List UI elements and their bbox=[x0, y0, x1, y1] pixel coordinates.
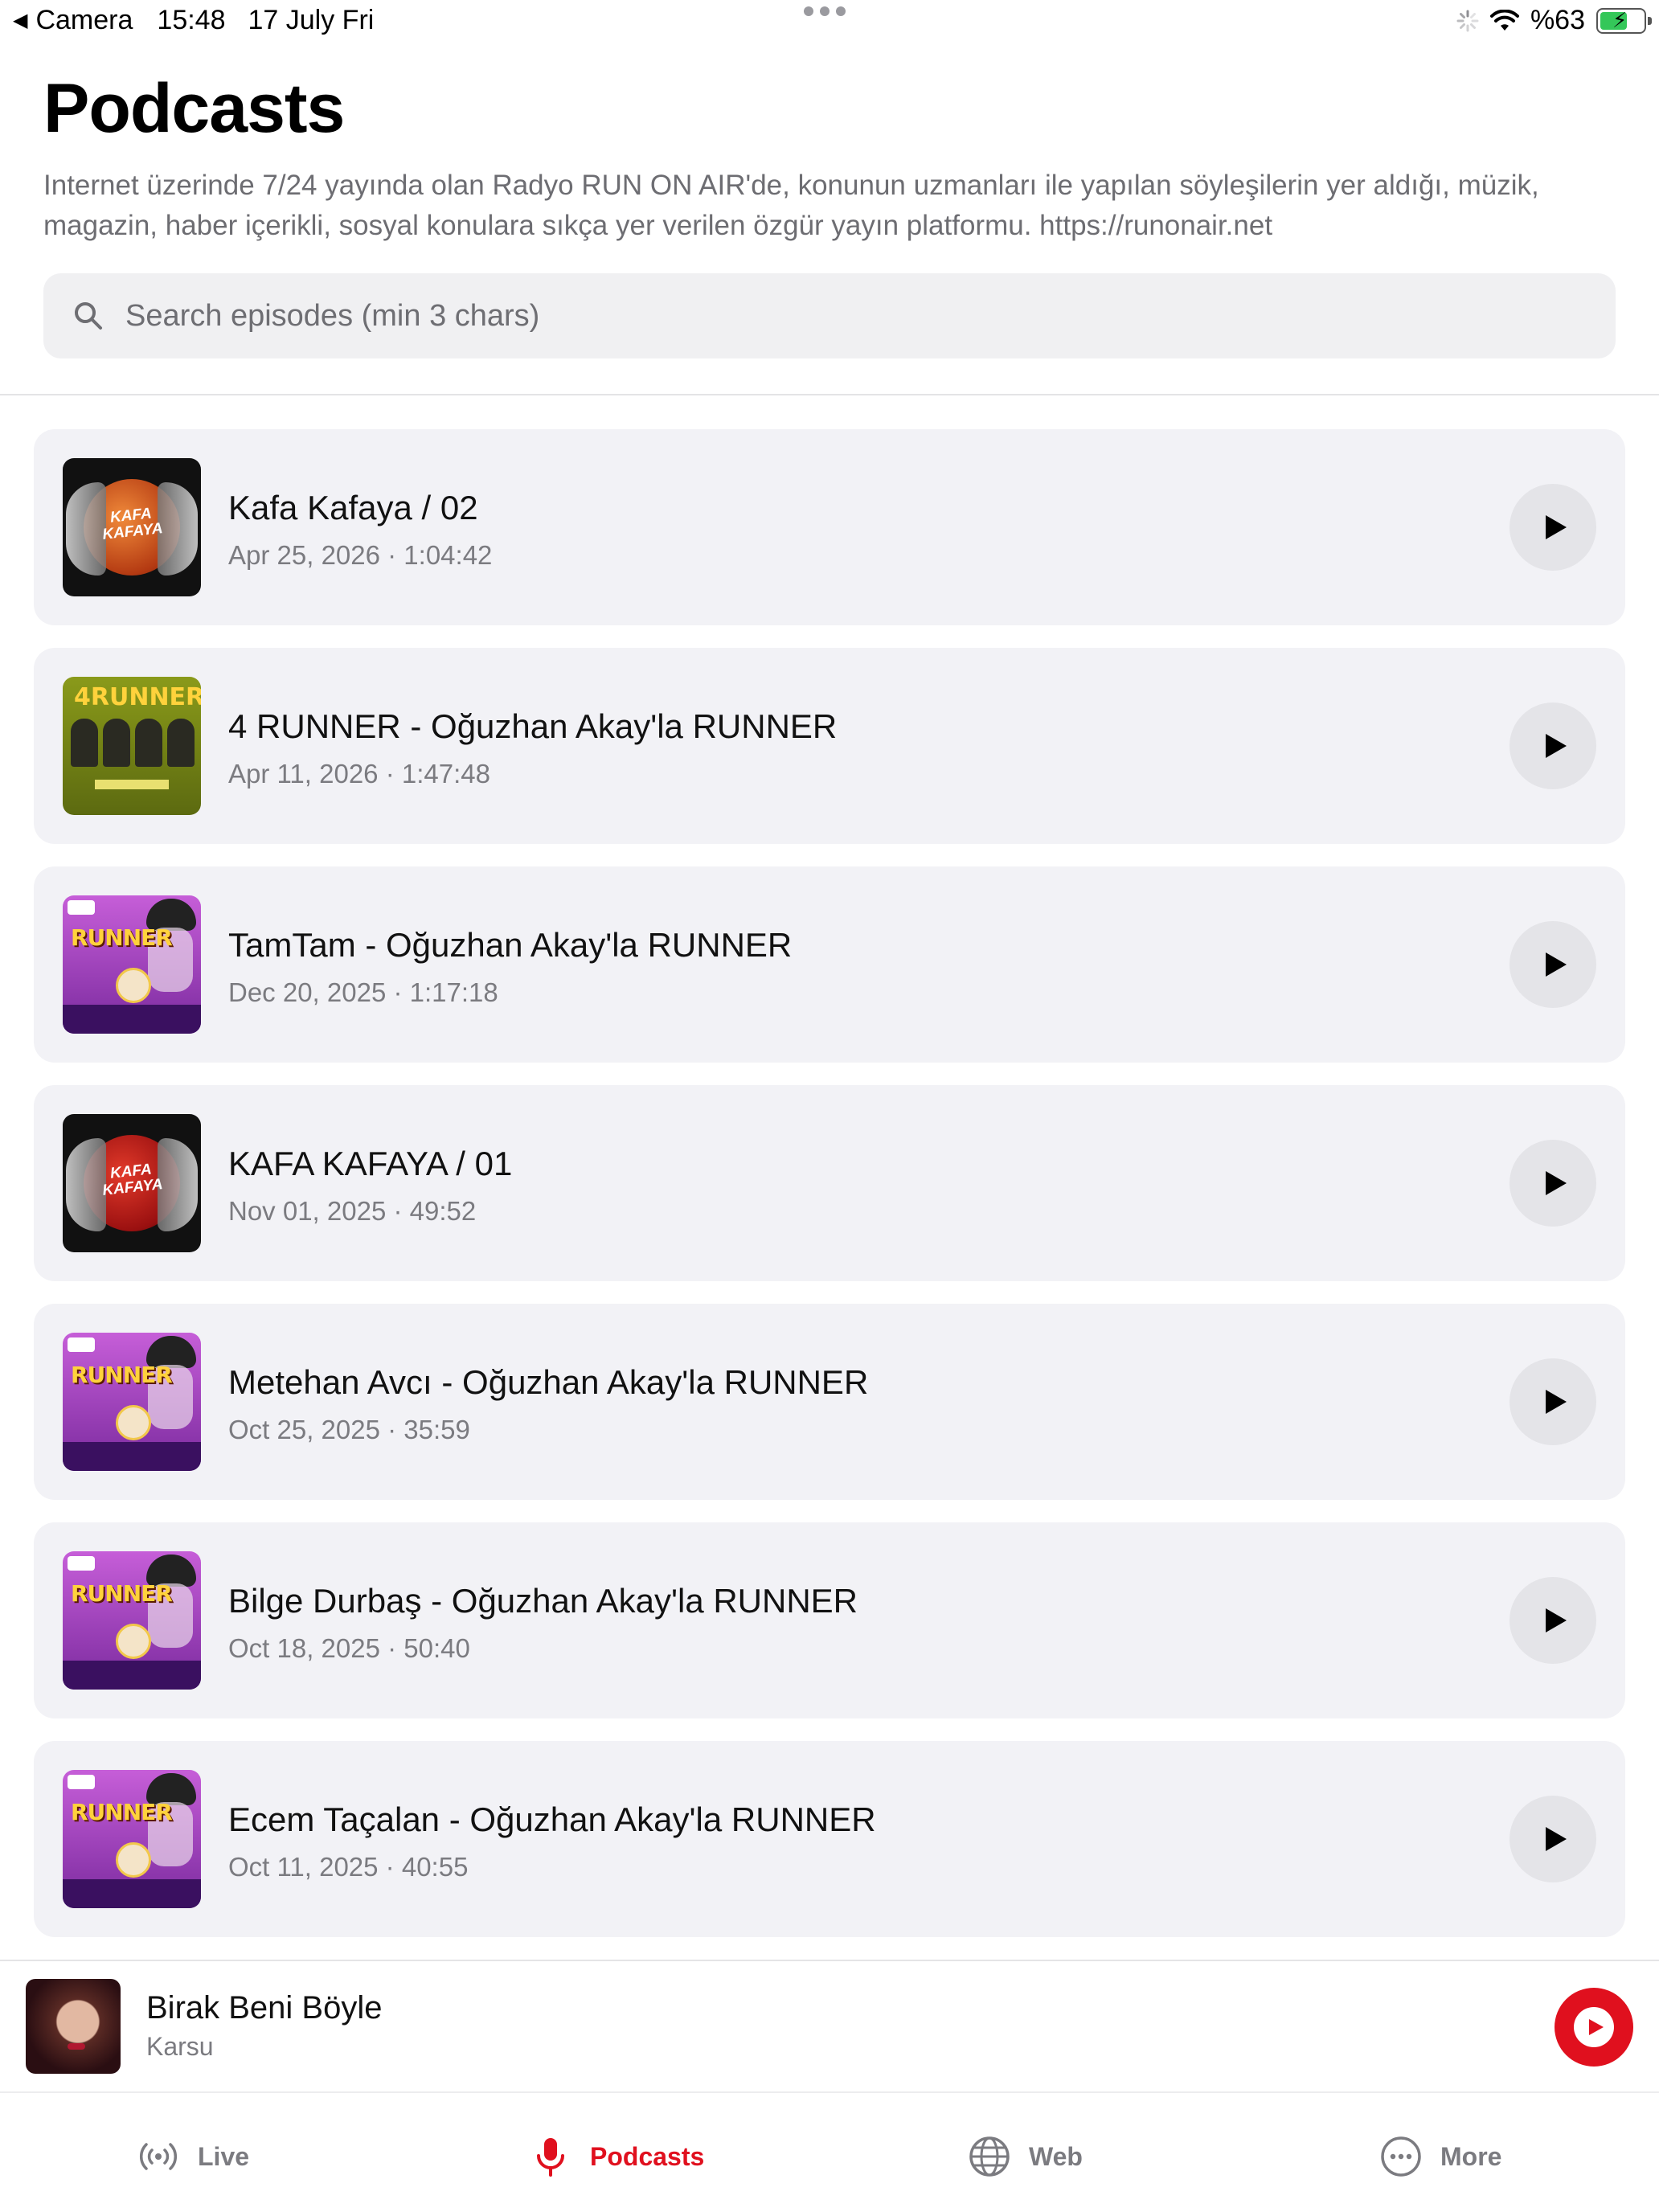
episode-title: TamTam - Oğuzhan Akay'la RUNNER bbox=[228, 926, 793, 964]
episode-meta: Nov 01, 2025 · 49:52 bbox=[228, 1196, 477, 1226]
episode-title: Ecem Taçalan - Oğuzhan Akay'la RUNNER bbox=[228, 1800, 876, 1838]
status-date: 17 July Fri bbox=[248, 5, 375, 35]
play-button[interactable] bbox=[1509, 1140, 1596, 1227]
episode-meta: Oct 11, 2025 · 40:55 bbox=[228, 1852, 469, 1882]
episode-title: 4 RUNNER - Oğuzhan Akay'la RUNNER bbox=[228, 707, 838, 745]
status-time: 15:48 bbox=[157, 5, 226, 35]
now-playing-play-button[interactable] bbox=[1555, 1988, 1633, 2067]
episode-row[interactable]: KAFA KAFAYA KAFA KAFAYA / 01 Nov 01, 202… bbox=[34, 1085, 1625, 1281]
play-button[interactable] bbox=[1509, 921, 1596, 1008]
multitasking-dots-icon[interactable] bbox=[804, 6, 846, 16]
episode-artwork: RUNNER bbox=[63, 1551, 201, 1690]
status-left[interactable]: ◀ Camera 15:48 17 July Fri bbox=[13, 5, 374, 36]
podcasts-screen: ◀ Camera 15:48 17 July Fri %63 ⚡ Podcast… bbox=[0, 0, 1659, 2212]
play-icon bbox=[1546, 1390, 1567, 1414]
episode-meta: Apr 25, 2026 · 1:04:42 bbox=[228, 540, 493, 570]
status-right: %63 ⚡ bbox=[1456, 5, 1652, 36]
episode-meta: Dec 20, 2025 · 1:17:18 bbox=[228, 977, 498, 1007]
play-button[interactable] bbox=[1509, 1577, 1596, 1664]
back-to-app-label[interactable]: Camera bbox=[35, 5, 133, 36]
artwork-label: RUNNER bbox=[71, 1580, 173, 1607]
tab-label: More bbox=[1440, 2141, 1502, 2171]
activity-spinner-icon bbox=[1456, 10, 1479, 31]
battery-percent: %63 bbox=[1530, 5, 1585, 35]
search-icon bbox=[75, 302, 102, 330]
microphone-icon bbox=[537, 2138, 564, 2177]
tab-label: Web bbox=[1029, 2141, 1083, 2171]
play-icon bbox=[1589, 2019, 1604, 2035]
episode-title: Kafa Kafaya / 02 bbox=[228, 489, 478, 526]
episode-artwork: RUNNER bbox=[63, 1770, 201, 1908]
tab-bar: Live Podcasts Web More bbox=[0, 2093, 1659, 2212]
episode-row[interactable]: RUNNER Ecem Taçalan - Oğuzhan Akay'la RU… bbox=[34, 1741, 1625, 1937]
episode-artwork: RUNNER bbox=[63, 1333, 201, 1471]
play-icon bbox=[1546, 952, 1567, 977]
tab-more[interactable]: More bbox=[1379, 2135, 1501, 2178]
artwork-label: RUNNER bbox=[71, 1799, 173, 1825]
episode-row[interactable]: RUNNER Metehan Avcı - Oğuzhan Akay'la RU… bbox=[34, 1304, 1625, 1500]
tab-label: Podcasts bbox=[590, 2141, 705, 2171]
search-input[interactable] bbox=[125, 298, 1572, 334]
now-playing-artwork[interactable] bbox=[26, 1979, 121, 2074]
episode-title: KAFA KAFAYA / 01 bbox=[228, 1145, 513, 1182]
episode-row[interactable]: RUNNER TamTam - Oğuzhan Akay'la RUNNER D… bbox=[34, 866, 1625, 1063]
tab-web[interactable]: Web bbox=[968, 2135, 1083, 2178]
artwork-label: RUNNER bbox=[71, 924, 173, 951]
now-playing-title[interactable]: Birak Beni Böyle bbox=[146, 1990, 382, 2026]
battery-icon: ⚡ bbox=[1596, 7, 1652, 34]
play-button[interactable] bbox=[1509, 1796, 1596, 1882]
play-icon bbox=[1546, 1608, 1567, 1632]
play-icon bbox=[1546, 734, 1567, 758]
episode-title: Bilge Durbaş - Oğuzhan Akay'la RUNNER bbox=[228, 1582, 858, 1620]
episode-artwork: KAFA KAFAYA bbox=[63, 1114, 201, 1252]
episode-meta: Oct 18, 2025 · 50:40 bbox=[228, 1633, 470, 1663]
ellipsis-circle-icon bbox=[1381, 2136, 1421, 2177]
artwork-label: RUNNER bbox=[71, 1362, 173, 1388]
tab-live[interactable]: Live bbox=[137, 2135, 249, 2178]
episode-row[interactable]: KAFA KAFAYA Kafa Kafaya / 02 Apr 25, 202… bbox=[34, 429, 1625, 625]
play-button[interactable] bbox=[1509, 484, 1596, 571]
search-bar[interactable] bbox=[43, 273, 1616, 358]
play-icon bbox=[1546, 1827, 1567, 1851]
episode-meta: Apr 11, 2026 · 1:47:48 bbox=[228, 759, 490, 789]
mini-player-divider bbox=[0, 1960, 1659, 1961]
now-playing-artist: Karsu bbox=[146, 2032, 214, 2061]
wifi-icon bbox=[1489, 9, 1519, 31]
play-button[interactable] bbox=[1509, 1358, 1596, 1445]
back-arrow-icon[interactable]: ◀ bbox=[13, 9, 27, 32]
episode-row[interactable]: 4RUNNER 4 RUNNER - Oğuzhan Akay'la RUNNE… bbox=[34, 648, 1625, 844]
episode-artwork: 4RUNNER bbox=[63, 677, 201, 815]
header-divider bbox=[0, 394, 1659, 395]
globe-icon bbox=[969, 2136, 1010, 2177]
episode-meta: Oct 25, 2025 · 35:59 bbox=[228, 1415, 470, 1444]
podcast-description: Internet üzerinde 7/24 yayında olan Rady… bbox=[43, 170, 1539, 241]
artwork-label: 4RUNNER bbox=[74, 683, 201, 711]
episode-artwork: RUNNER bbox=[63, 895, 201, 1034]
episode-artwork: KAFA KAFAYA bbox=[63, 458, 201, 596]
episode-title: Metehan Avcı - Oğuzhan Akay'la RUNNER bbox=[228, 1363, 869, 1401]
page-title: Podcasts bbox=[43, 70, 345, 147]
tab-podcasts[interactable]: Podcasts bbox=[529, 2135, 704, 2178]
broadcast-icon bbox=[140, 2143, 177, 2170]
status-bar: ◀ Camera 15:48 17 July Fri %63 ⚡ bbox=[0, 0, 1659, 45]
play-button[interactable] bbox=[1509, 703, 1596, 789]
episode-row[interactable]: RUNNER Bilge Durbaş - Oğuzhan Akay'la RU… bbox=[34, 1522, 1625, 1718]
episode-list: KAFA KAFAYA Kafa Kafaya / 02 Apr 25, 202… bbox=[34, 429, 1625, 1960]
play-icon bbox=[1546, 1171, 1567, 1195]
tab-label: Live bbox=[198, 2141, 250, 2171]
play-icon bbox=[1546, 515, 1567, 539]
